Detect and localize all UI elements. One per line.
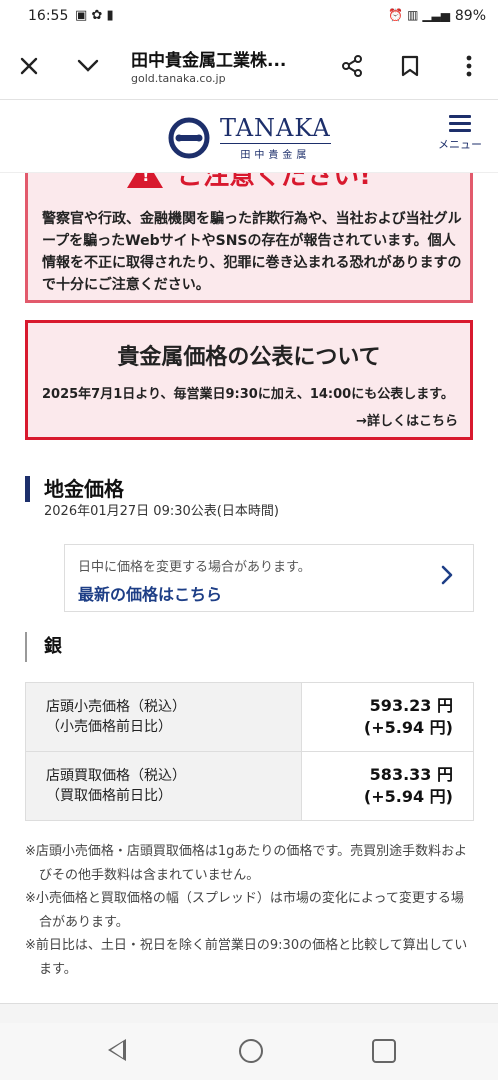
update-note: 日中に価格を変更する場合があります。 [78, 560, 311, 575]
bug-icon: ✿ [91, 8, 103, 23]
hamburger-icon [434, 115, 486, 132]
browser-toolbar: 田中貴金属工業株... gold.tanaka.co.jp [0, 34, 498, 100]
retail-price-change: (+5.94 円) [363, 718, 453, 737]
logo-wordmark: TANAKA [220, 114, 331, 142]
metal-heading: 銀 [25, 632, 62, 662]
note-item: ※小売価格と買取価格の幅（スプレッド）は市場の変化によって変更する場合があります… [25, 891, 464, 930]
note-item: ※前日比は、土日・祝日を除く前営業日の9:30の価格と比較して算出しています。 [25, 938, 468, 977]
status-time: 16:55 [28, 8, 69, 24]
share-icon [342, 55, 362, 77]
page-url[interactable]: gold.tanaka.co.jp [131, 72, 226, 85]
menu-button[interactable]: メニュー [434, 111, 486, 152]
gallery-icon: ▣ [75, 8, 88, 23]
table-row: 店頭買取価格（税込） （買取価格前日比） 583.33 円 (+5.94 円) [25, 751, 474, 821]
recent-apps-icon[interactable] [372, 1039, 396, 1063]
buyback-price-label: 店頭買取価格（税込） （買取価格前日比） [25, 751, 302, 821]
share-button[interactable] [334, 48, 370, 84]
vibrate-icon: ▥ [407, 8, 419, 22]
signal-icon: ▁▃▅ [422, 8, 450, 22]
warning-heading-text: ご注意ください! [177, 173, 371, 191]
system-icons: ⏰ ▥ ▁▃▅ [388, 8, 450, 22]
more-vert-icon [466, 55, 472, 77]
price-notes: ※店頭小売価格・店頭買取価格は1gあたりの価格です。売買別途手数料およびその他手… [25, 840, 475, 981]
buyback-price: 583.33 円 [369, 765, 453, 784]
price-table: 店頭小売価格（税込） （小売価格前日比） 593.23 円 (+5.94 円) … [25, 682, 474, 821]
notification-icons: ▣ ✿ ▮ [75, 8, 114, 23]
latest-price-link[interactable]: 最新の価格はこちら [78, 581, 222, 605]
chevron-down-icon [77, 59, 99, 72]
footer-divider [0, 1003, 498, 1023]
logo-subtext: 田中貴金属 [220, 143, 331, 161]
warning-heading: ! ご注意ください! [28, 173, 470, 192]
notice-details-link[interactable]: →詳しくはこちら [356, 410, 458, 429]
buyback-price-value: 583.33 円 (+5.94 円) [301, 751, 474, 821]
warning-body: 警察官や行政、金融機関を騙った詐欺行為や、当社および当社グループを騙ったWebサ… [42, 211, 462, 293]
latest-price-card[interactable]: 日中に価格を変更する場合があります。 最新の価格はこちら [64, 544, 474, 612]
retail-label-line1: 店頭小売価格（税込） [46, 699, 186, 715]
status-bar: 16:55 ▣ ✿ ▮ ⏰ ▥ ▁▃▅ 89% [0, 0, 498, 34]
more-options-button[interactable] [451, 48, 487, 84]
alarm-icon: ⏰ [388, 8, 404, 22]
retail-price-label: 店頭小売価格（税込） （小売価格前日比） [25, 682, 302, 752]
notice-text: 2025年7月1日より、毎営業日9:30に加え、14:00にも公表します。 [42, 387, 454, 402]
bookmark-button[interactable] [392, 48, 428, 84]
publish-date: 2026年01月27日 09:30公表(日本時間) [44, 504, 279, 519]
bookmark-icon [401, 55, 419, 77]
price-announcement-box[interactable]: 貴金属価格の公表について 2025年7月1日より、毎営業日9:30に加え、14:… [25, 320, 473, 440]
fraud-warning-box: ! ご注意ください! 警察官や行政、金融機関を騙った詐欺行為や、当社および当社グル… [25, 173, 473, 303]
close-icon [20, 57, 38, 75]
back-icon[interactable] [108, 1039, 126, 1061]
retail-price: 593.23 円 [369, 696, 453, 715]
notice-title: 貴金属価格の公表について [117, 345, 381, 370]
section-title: 地金価格 [25, 476, 124, 502]
sd-card-icon: ▮ [106, 8, 114, 23]
tanaka-emblem-icon [168, 117, 210, 159]
tanaka-logo[interactable]: TANAKA 田中貴金属 [168, 115, 331, 161]
retail-price-value: 593.23 円 (+5.94 円) [301, 682, 474, 752]
battery-level: 89% [454, 8, 486, 24]
buyback-price-change: (+5.94 円) [363, 787, 453, 806]
system-nav-bar [0, 1023, 498, 1080]
note-item: ※店頭小売価格・店頭買取価格は1gあたりの価格です。売買別途手数料およびその他手… [25, 844, 468, 883]
buyback-label-line2: （買取価格前日比） [46, 788, 172, 804]
minimize-button[interactable] [70, 48, 106, 84]
buyback-label-line1: 店頭買取価格（税込） [46, 768, 186, 784]
home-icon[interactable] [239, 1039, 263, 1063]
page-title: 田中貴金属工業株... [131, 51, 287, 71]
warning-icon: ! [127, 173, 164, 188]
site-header: TANAKA 田中貴金属 メニュー [0, 101, 498, 173]
retail-label-line2: （小売価格前日比） [46, 719, 172, 735]
chevron-right-icon [441, 565, 453, 590]
table-row: 店頭小売価格（税込） （小売価格前日比） 593.23 円 (+5.94 円) [25, 682, 474, 752]
menu-label: メニュー [438, 138, 482, 151]
close-tab-button[interactable] [11, 48, 47, 84]
